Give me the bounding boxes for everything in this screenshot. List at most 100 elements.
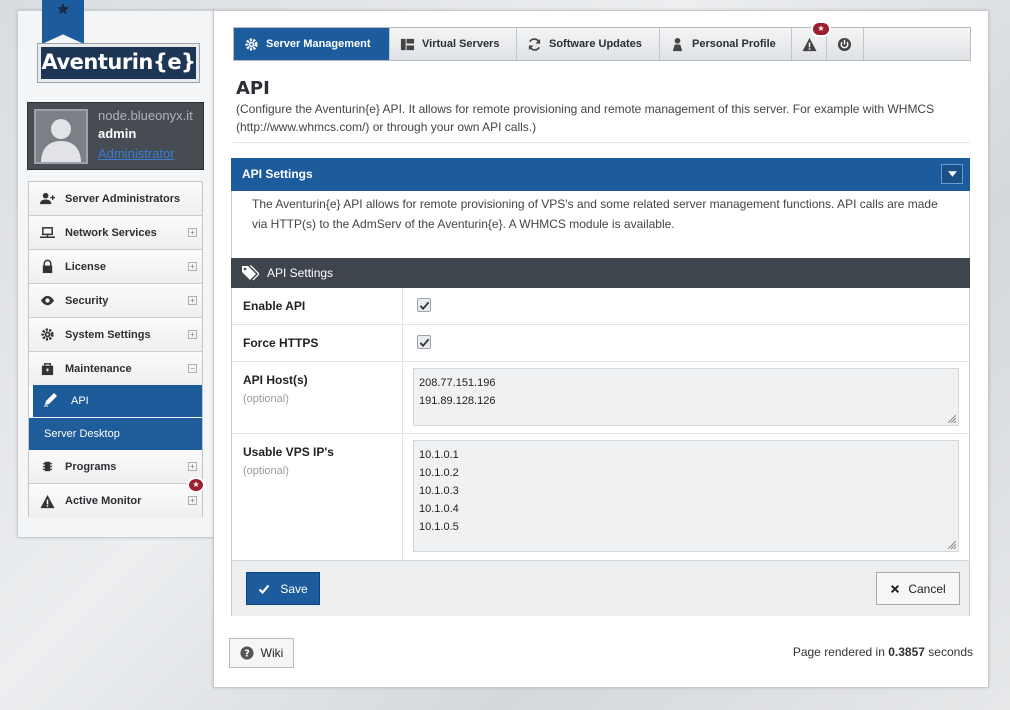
sidebar-item-label: Network Services — [65, 226, 157, 239]
button-label: Save — [280, 581, 308, 596]
sidebar-item-maintenance[interactable]: Maintenance − — [29, 352, 202, 386]
form-row-enable-api: Enable API — [232, 288, 969, 325]
sidebar-item-programs[interactable]: Programs + — [29, 450, 202, 484]
sidebar-item-label: License — [65, 260, 106, 273]
warning-icon — [802, 37, 817, 51]
briefcase-icon — [41, 363, 53, 376]
username: admin — [98, 126, 137, 141]
users-icon — [39, 192, 55, 205]
divider — [402, 434, 403, 560]
sidebar-subitem-label: API — [71, 395, 89, 407]
render-time-prefix: Page rendered in — [792, 645, 885, 659]
tab-label: Personal Profile — [692, 38, 776, 50]
caret-down-icon — [947, 171, 957, 177]
optional-hint: (optional) — [243, 465, 289, 477]
sidebar-item-label: Security — [65, 294, 109, 307]
pencil-icon — [44, 393, 57, 407]
textarea-line: 208.77.151.196 — [419, 377, 496, 389]
tab-virtual-servers[interactable]: Virtual Servers — [390, 28, 517, 60]
save-button[interactable]: Save — [246, 572, 320, 605]
panel-collapse-button[interactable] — [941, 164, 963, 184]
tags-icon — [242, 265, 259, 281]
star-icon — [57, 3, 69, 15]
wiki-button[interactable]: ? Wiki — [229, 638, 294, 668]
chip-icon — [42, 461, 52, 472]
close-icon — [891, 584, 900, 593]
grid-icon — [400, 38, 415, 50]
expand-icon[interactable]: + — [188, 262, 197, 271]
logout-icon — [837, 37, 852, 51]
sidebar-subitem-server-desktop[interactable]: Server Desktop — [29, 418, 202, 450]
render-time-suffix: seconds — [928, 645, 973, 659]
sidebar-item-network-services[interactable]: Network Services + — [29, 216, 202, 250]
textarea-line: 191.89.128.126 — [419, 395, 496, 407]
person-silhouette-icon — [41, 119, 81, 162]
tab-label: Virtual Servers — [422, 38, 500, 50]
collapse-icon[interactable]: − — [188, 364, 197, 373]
sidebar-subitem-label: Server Desktop — [44, 428, 120, 440]
panel-description: The Aventurin{e} API allows for remote p… — [252, 197, 938, 231]
tab-personal-profile[interactable]: Personal Profile — [660, 28, 792, 60]
form-row-force-https: Force HTTPS — [232, 325, 969, 362]
page-title: API — [236, 78, 270, 99]
render-time-value: 0.3857 — [888, 645, 925, 659]
divider — [402, 325, 403, 361]
tab-label: Server Management — [266, 38, 371, 50]
textarea-line: 10.1.0.4 — [419, 503, 459, 515]
panel-header: API Settings — [231, 158, 970, 191]
checkmark-icon — [419, 301, 429, 310]
sidebar-item-system-settings[interactable]: System Settings + — [29, 318, 202, 352]
form-actions-bar — [232, 560, 969, 616]
tab-software-updates[interactable]: Software Updates — [517, 28, 660, 60]
avatar — [34, 109, 88, 164]
button-label: Cancel — [908, 581, 946, 596]
textarea-line: 10.1.0.3 — [419, 485, 459, 497]
sidebar-subitem-api[interactable]: API — [29, 385, 202, 417]
sidebar-item-license[interactable]: License + — [29, 250, 202, 284]
expand-icon[interactable]: + — [188, 496, 197, 505]
force-https-checkbox[interactable] — [417, 335, 431, 349]
sidebar-item-label: Maintenance — [65, 362, 132, 375]
form-row-api-hosts: API Host(s) (optional) 208.77.151.196 19… — [232, 362, 969, 434]
user-role-link[interactable]: Administrator — [98, 146, 175, 161]
field-label: Enable API — [243, 299, 306, 313]
field-label: Usable VPS IP's — [243, 445, 334, 459]
divider — [233, 142, 970, 143]
api-hosts-textarea[interactable]: 208.77.151.196 191.89.128.126 — [413, 368, 959, 426]
warning-icon — [39, 494, 55, 508]
expand-icon[interactable]: + — [188, 296, 197, 305]
resize-handle-icon[interactable] — [948, 415, 956, 423]
sidebar-item-label: Active Monitor — [65, 495, 142, 507]
page-description: (Configure the Aventurin{e} API. It allo… — [236, 102, 935, 134]
sidebar-item-label: Programs — [65, 460, 117, 473]
render-time-footer: Page rendered in 0.3857 seconds — [793, 645, 973, 659]
gear-icon — [245, 37, 258, 51]
alert-star-badge: ★ — [187, 477, 205, 493]
tab-server-management[interactable]: Server Management — [234, 28, 390, 60]
section-header: API Settings — [231, 258, 970, 288]
tab-label: Software Updates — [549, 38, 642, 50]
sidebar-item-server-administrators[interactable]: Server Administrators — [29, 182, 202, 216]
network-icon — [39, 227, 55, 238]
enable-api-checkbox[interactable] — [417, 298, 431, 312]
sidebar-menu: Server Administrators Network Services +… — [28, 181, 203, 518]
logo[interactable]: Aventurin{e} — [38, 44, 199, 82]
lock-icon — [42, 259, 52, 274]
usable-ips-textarea[interactable]: 10.1.0.1 10.1.0.2 10.1.0.3 10.1.0.4 10.1… — [413, 440, 959, 552]
server-hostname: node.blueonyx.it — [98, 108, 193, 123]
expand-icon[interactable]: + — [188, 462, 197, 471]
person-icon — [672, 37, 683, 51]
expand-icon[interactable]: + — [188, 228, 197, 237]
resize-handle-icon[interactable] — [948, 541, 956, 549]
sidebar-item-security[interactable]: Security + — [29, 284, 202, 318]
tab-logout[interactable] — [827, 28, 864, 60]
checkmark-icon — [259, 584, 270, 594]
optional-hint: (optional) — [243, 393, 289, 405]
expand-icon[interactable]: + — [188, 330, 197, 339]
eye-icon — [40, 295, 54, 306]
sidebar-item-label: System Settings — [65, 328, 151, 341]
sidebar-item-active-monitor[interactable]: Active Monitor + — [29, 484, 202, 518]
alert-badge: ★ — [811, 21, 831, 37]
textarea-line: 10.1.0.5 — [419, 521, 459, 533]
cancel-button[interactable]: Cancel — [876, 572, 960, 605]
